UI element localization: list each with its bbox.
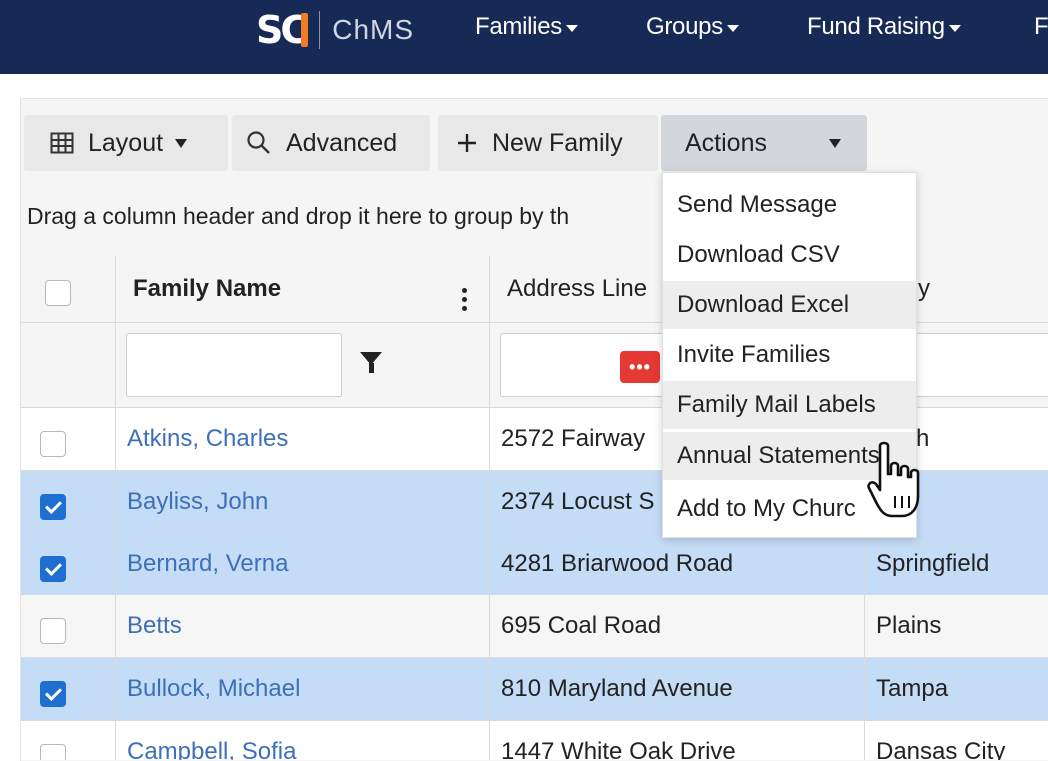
address-cell: 695 Coal Road xyxy=(501,612,662,639)
address-cell: 4281 Briarwood Road xyxy=(501,550,734,577)
chevron-down-icon xyxy=(726,24,739,32)
column-header-family-name[interactable]: Family Name xyxy=(133,256,433,322)
city-filter-input[interactable] xyxy=(914,333,1048,397)
address-cell: 810 Maryland Avenue xyxy=(501,675,733,702)
menu-item-send-message[interactable]: Send Message xyxy=(663,181,916,229)
hand-pointer-cursor-icon xyxy=(867,441,920,518)
city-cell: Plains xyxy=(876,612,942,639)
menu-item-family-mail-labels[interactable]: Family Mail Labels xyxy=(663,381,916,429)
row-checkbox[interactable] xyxy=(40,494,66,520)
new-family-label: New Family xyxy=(492,128,623,157)
select-all-checkbox[interactable] xyxy=(45,280,71,306)
row-checkbox[interactable] xyxy=(40,681,66,707)
grid-icon xyxy=(50,132,74,154)
column-header-label: Family Name xyxy=(133,275,282,302)
column-menu-icon[interactable] xyxy=(462,288,467,315)
column-header-label: Address Line xyxy=(507,275,648,302)
layout-button[interactable]: Layout xyxy=(24,115,228,171)
table-row[interactable]: Bernard, Verna 4281 Briarwood Road Sprin… xyxy=(21,533,1048,596)
nav-groups-label: Groups xyxy=(646,13,723,40)
row-checkbox[interactable] xyxy=(40,618,66,644)
group-by-drop-zone[interactable]: Drag a column header and drop it here to… xyxy=(27,203,569,230)
table-row[interactable]: Bullock, Michael 810 Maryland Avenue Tam… xyxy=(21,658,1048,721)
nav-families[interactable]: Families xyxy=(475,12,578,42)
menu-item-download-csv[interactable]: Download CSV xyxy=(663,231,916,279)
nav-groups[interactable]: Groups xyxy=(646,12,739,42)
plus-icon xyxy=(458,134,476,152)
menu-item-invite-families[interactable]: Invite Families xyxy=(663,331,916,379)
address-cell: 1447 White Oak Drive xyxy=(501,738,736,760)
nav-families-label: Families xyxy=(475,13,562,40)
new-family-button[interactable]: New Family xyxy=(438,115,658,171)
city-cell: Tampa xyxy=(876,675,949,702)
family-name-link[interactable]: Atkins, Charles xyxy=(127,408,487,470)
caret-down-icon xyxy=(175,138,188,148)
city-cell: Springfield xyxy=(876,550,990,577)
advanced-label: Advanced xyxy=(286,128,398,157)
caret-down-icon xyxy=(829,139,841,148)
actions-button[interactable]: Actions xyxy=(661,115,867,171)
city-cell: Dansas City xyxy=(876,738,1006,760)
row-checkbox[interactable] xyxy=(40,431,66,457)
row-checkbox[interactable] xyxy=(40,744,66,760)
nav-more[interactable]: F xyxy=(1034,12,1048,42)
family-name-filter-input[interactable] xyxy=(126,333,342,397)
menu-item-download-excel[interactable]: Download Excel xyxy=(663,281,916,329)
family-name-link[interactable]: Bayliss, John xyxy=(127,471,487,533)
search-icon xyxy=(247,131,270,154)
table-row[interactable]: Betts 695 Coal Road Plains xyxy=(21,595,1048,658)
logo-text: ChMS xyxy=(332,14,415,45)
filter-icon-stem xyxy=(369,363,374,373)
chevron-down-icon xyxy=(948,24,961,32)
family-name-link[interactable]: Campbell, Sofia xyxy=(127,721,487,760)
nav-fund-raising-label: Fund Raising xyxy=(807,13,945,40)
column-divider[interactable] xyxy=(489,256,490,760)
nav-fund-raising[interactable]: Fund Raising xyxy=(807,12,961,42)
logo-divider xyxy=(319,11,321,49)
column-header-label: y xyxy=(918,275,930,302)
row-checkbox[interactable] xyxy=(40,556,66,582)
column-header-city[interactable]: y xyxy=(918,256,1038,322)
app-logo[interactable]: SC ChMS xyxy=(256,10,414,50)
chevron-down-icon xyxy=(565,24,578,32)
advanced-button[interactable]: Advanced xyxy=(232,115,430,171)
logo-mark: SC xyxy=(256,11,308,49)
top-navbar: SC ChMS Families Groups Fund Raising F xyxy=(0,0,1048,74)
family-name-link[interactable]: Bernard, Verna xyxy=(127,533,487,595)
column-divider xyxy=(115,256,116,760)
family-name-link[interactable]: Betts xyxy=(127,595,487,657)
actions-label: Actions xyxy=(685,128,767,157)
family-name-link[interactable]: Bullock, Michael xyxy=(127,658,487,720)
layout-label: Layout xyxy=(88,128,164,157)
nav-more-label: F xyxy=(1034,13,1048,40)
column-header-address-line[interactable]: Address Line xyxy=(507,256,667,322)
password-manager-icon[interactable]: ••• xyxy=(620,351,660,383)
table-row[interactable]: Campbell, Sofia 1447 White Oak Drive Dan… xyxy=(21,721,1048,760)
